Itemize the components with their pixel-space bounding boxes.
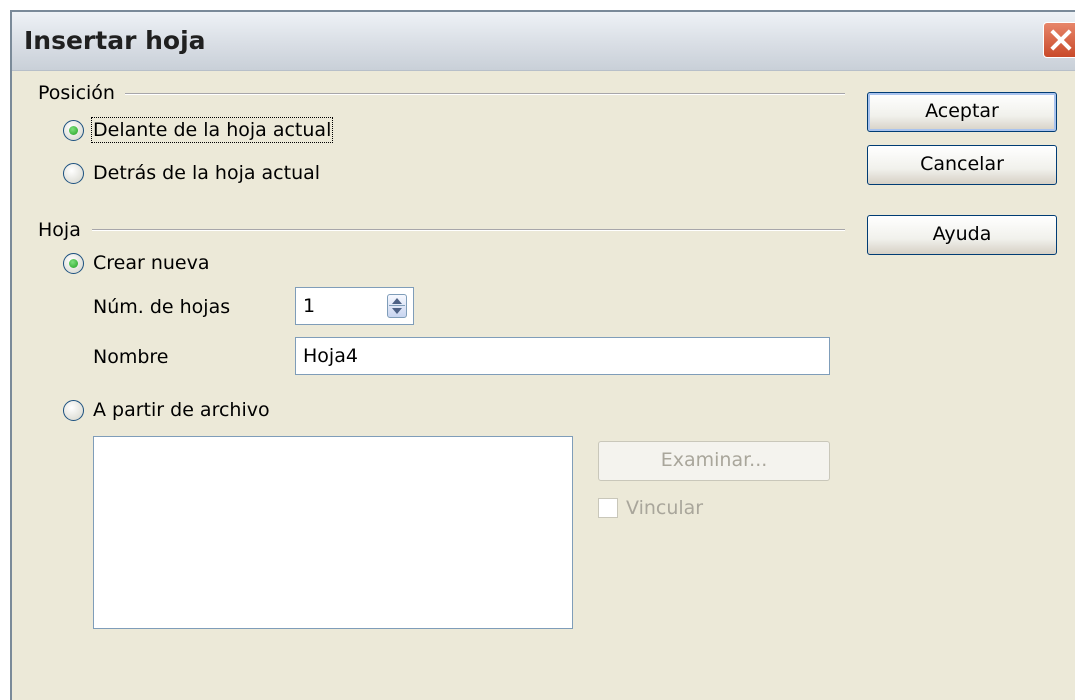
link-checkbox[interactable] [598, 498, 618, 518]
file-list-box[interactable] [93, 436, 573, 629]
num-sheets-spinbox[interactable]: 1 [295, 287, 414, 325]
radio-after-current[interactable] [63, 163, 84, 184]
sheet-group-label: Hoja [38, 219, 81, 241]
num-sheets-value: 1 [303, 295, 316, 317]
position-separator [125, 93, 845, 95]
dialog-title: Insertar hoja [24, 26, 206, 55]
title-bar[interactable]: Insertar hoja [12, 12, 1075, 71]
sheet-name-input[interactable]: Hoja4 [295, 337, 830, 375]
position-group-label: Posición [38, 82, 115, 104]
radio-from-file-label[interactable]: A partir de archivo [93, 399, 270, 421]
radio-create-new-label[interactable]: Crear nueva [93, 252, 210, 274]
radio-after-current-label[interactable]: Detrás de la hoja actual [93, 162, 320, 184]
ok-button-label: Aceptar [925, 100, 999, 122]
spin-arrows-icon[interactable] [387, 294, 407, 318]
close-icon[interactable] [1043, 22, 1075, 58]
radio-from-file[interactable] [63, 400, 84, 421]
browse-button[interactable]: Examinar... [598, 441, 830, 481]
cancel-button-label: Cancelar [920, 153, 1004, 175]
radio-before-current[interactable] [63, 120, 84, 141]
help-button-label: Ayuda [932, 223, 992, 245]
browse-button-label: Examinar... [660, 449, 768, 471]
radio-before-current-label[interactable]: Delante de la hoja actual [90, 117, 334, 143]
cancel-button[interactable]: Cancelar [867, 145, 1057, 185]
ok-button[interactable]: Aceptar [867, 92, 1057, 132]
name-label: Nombre [93, 346, 169, 368]
sheet-separator [92, 229, 845, 231]
sheet-name-value: Hoja4 [303, 345, 358, 367]
num-sheets-label: Núm. de hojas [93, 296, 231, 318]
radio-create-new[interactable] [63, 253, 84, 274]
help-button[interactable]: Ayuda [867, 215, 1057, 255]
link-checkbox-label[interactable]: Vincular [626, 497, 703, 519]
